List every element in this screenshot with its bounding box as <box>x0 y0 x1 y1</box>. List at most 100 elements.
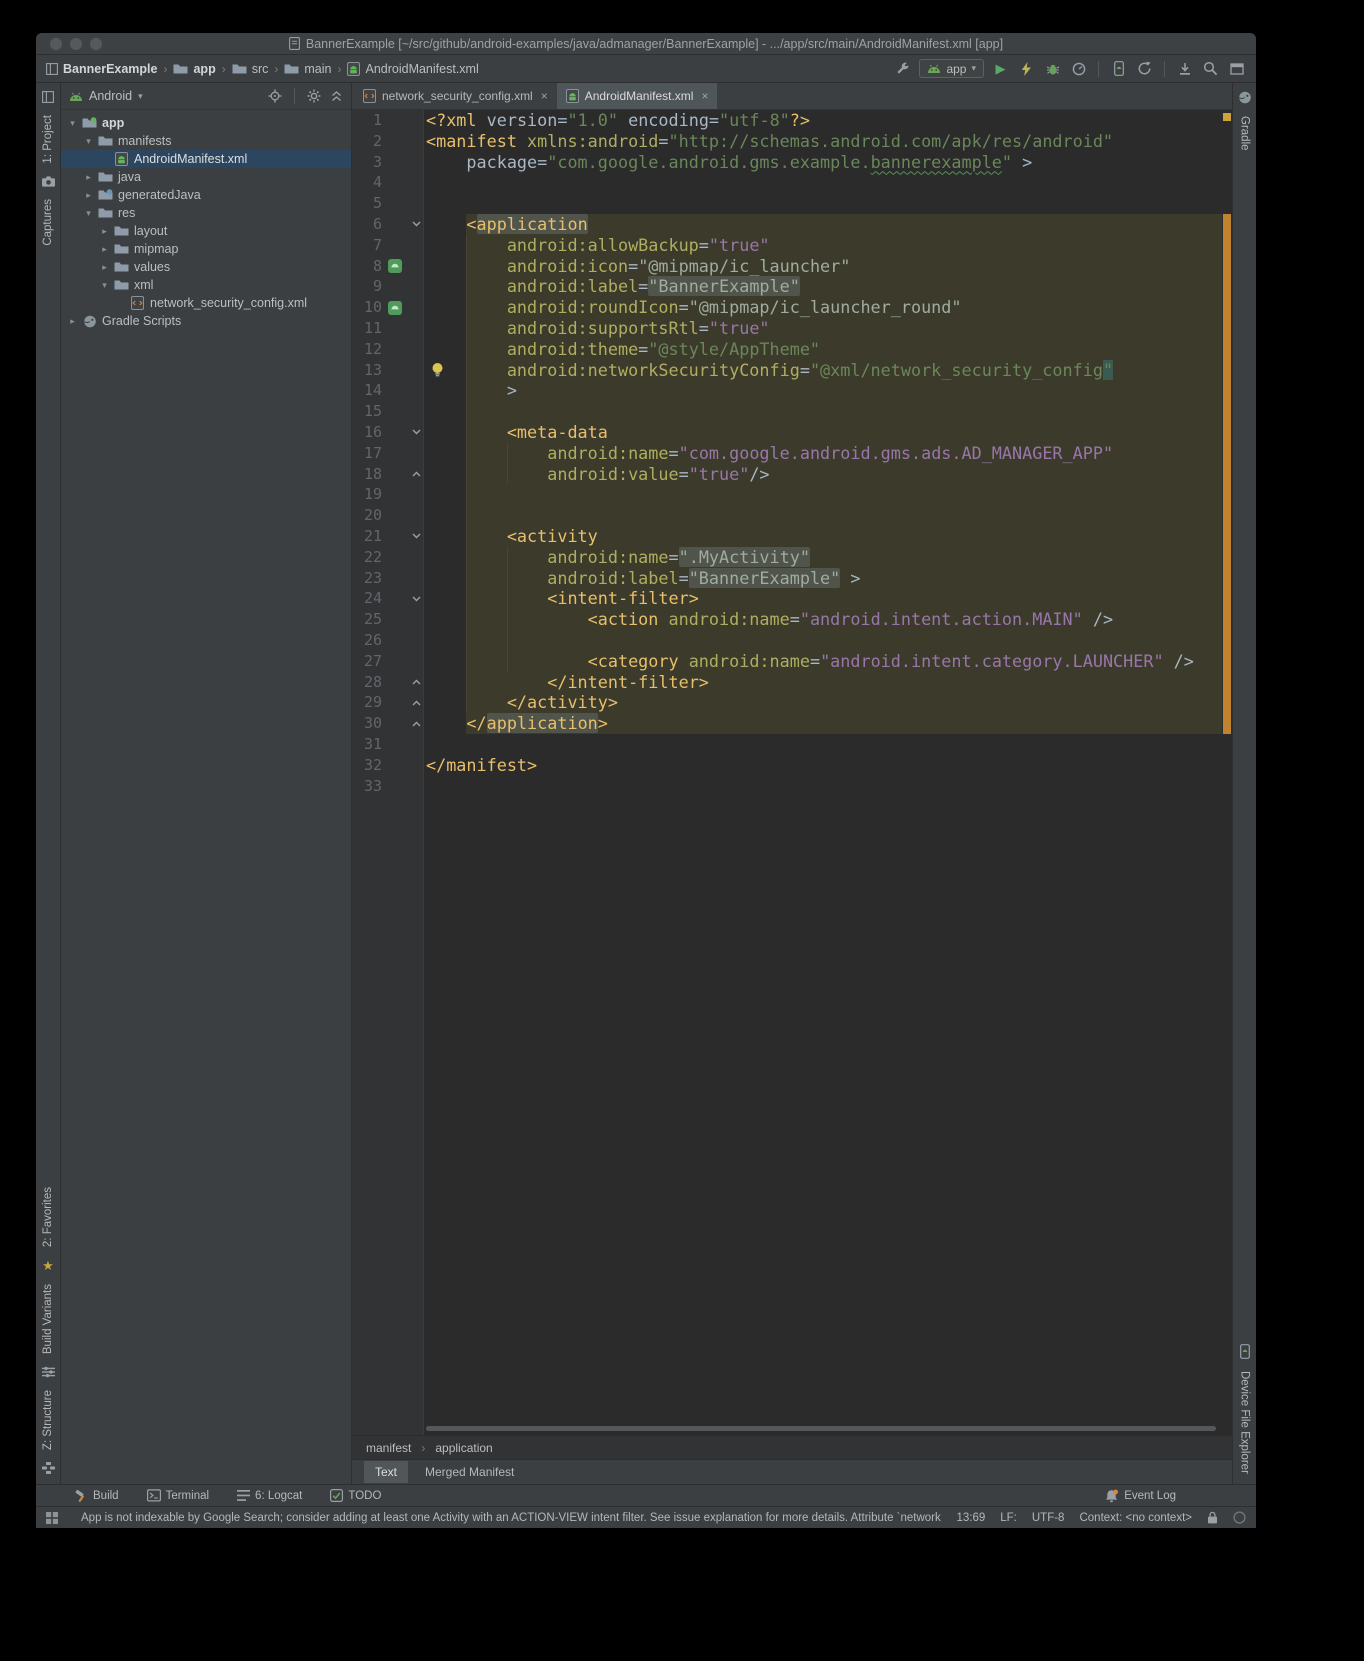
line-ending-indicator[interactable]: LF: <box>1000 1512 1017 1524</box>
minimize-window-button[interactable] <box>70 38 82 50</box>
close-icon[interactable]: × <box>539 89 548 103</box>
tree-item-app[interactable]: ▾app <box>61 114 351 132</box>
tree-collapsed-icon[interactable]: ▸ <box>81 172 96 183</box>
code-line-33[interactable]: 33 <box>352 776 1232 797</box>
code-line-20[interactable]: 20 <box>352 505 1232 526</box>
toolwindow-todo-button[interactable]: TODO <box>330 1489 381 1502</box>
scroll-from-source-icon[interactable] <box>268 89 282 103</box>
caret-position[interactable]: 13:69 <box>956 1512 985 1524</box>
fold-start-icon[interactable] <box>408 422 424 443</box>
tree-item-mipmap[interactable]: ▸mipmap <box>61 240 351 258</box>
star-icon[interactable]: ★ <box>42 1259 54 1272</box>
code-line-28[interactable]: 28 </intent-filter> <box>352 672 1232 693</box>
code-line-8[interactable]: 8 android:icon="@mipmap/ic_launcher" <box>352 256 1232 277</box>
run-config-select[interactable]: app ▾ <box>919 59 984 78</box>
status-message[interactable]: App is not indexable by Google Search; c… <box>81 1512 941 1524</box>
project-toolwindow-icon[interactable] <box>42 91 54 103</box>
launcher-icon-preview[interactable] <box>382 256 408 277</box>
code-line-5[interactable]: 5 <box>352 193 1232 214</box>
tree-expanded-icon[interactable]: ▾ <box>65 118 80 129</box>
code-line-31[interactable]: 31 <box>352 734 1232 755</box>
toolwindow-project[interactable]: 1: Project <box>42 115 54 164</box>
tree-item-network-security-config-xml[interactable]: network_security_config.xml <box>61 294 351 312</box>
gradle-icon[interactable] <box>1238 91 1252 104</box>
tree-collapsed-icon[interactable]: ▸ <box>81 190 96 201</box>
build-variants-icon[interactable] <box>42 1366 55 1378</box>
fold-start-icon[interactable] <box>408 526 424 547</box>
tab-network-security-config[interactable]: network_security_config.xml × <box>354 83 557 109</box>
code-line-12[interactable]: 12 android:theme="@style/AppTheme" <box>352 339 1232 360</box>
code-line-17[interactable]: 17 android:name="com.google.android.gms.… <box>352 443 1232 464</box>
fold-end-icon[interactable] <box>408 713 424 734</box>
apply-changes-icon[interactable] <box>1017 59 1036 78</box>
breadcrumb-item-main[interactable]: main <box>304 62 331 76</box>
fold-start-icon[interactable] <box>408 214 424 235</box>
encoding-indicator[interactable]: UTF-8 <box>1032 1512 1065 1524</box>
toolwindow-favorites[interactable]: 2: Favorites <box>42 1187 54 1247</box>
run-button[interactable]: ▶ <box>991 59 1010 78</box>
tab-android-manifest[interactable]: AndroidManifest.xml × <box>557 83 718 109</box>
tree-collapsed-icon[interactable]: ▸ <box>97 262 112 273</box>
toolwindow-logcat-button[interactable]: 6: Logcat <box>237 1490 302 1502</box>
code-line-4[interactable]: 4 <box>352 172 1232 193</box>
code-line-10[interactable]: 10 android:roundIcon="@mipmap/ic_launche… <box>352 297 1232 318</box>
code-line-18[interactable]: 18 android:value="true"/> <box>352 464 1232 485</box>
breadcrumb-item-src[interactable]: src <box>252 62 269 76</box>
tree-item-manifests[interactable]: ▾manifests <box>61 132 351 150</box>
toolwindow-terminal-button[interactable]: Terminal <box>147 1489 209 1502</box>
tree-item-gradle-scripts[interactable]: ▸Gradle Scripts <box>61 312 351 330</box>
code-line-14[interactable]: 14 > <box>352 380 1232 401</box>
fold-end-icon[interactable] <box>408 464 424 485</box>
horizontal-scrollbar[interactable] <box>426 1426 1216 1431</box>
code-line-6[interactable]: 6 <application <box>352 214 1232 235</box>
code-line-25[interactable]: 25 <action android:name="android.intent.… <box>352 609 1232 630</box>
tree-item-androidmanifest-xml[interactable]: AndroidManifest.xml <box>61 150 351 168</box>
toolwindow-structure[interactable]: Z: Structure <box>42 1390 54 1450</box>
intention-bulb-icon[interactable] <box>430 362 445 378</box>
code-line-2[interactable]: 2<manifest xmlns:android="http://schemas… <box>352 131 1232 152</box>
tree-collapsed-icon[interactable]: ▸ <box>65 316 80 327</box>
tree-item-generatedjava[interactable]: ▸generatedJava <box>61 186 351 204</box>
event-log-button[interactable]: Event Log <box>1105 1489 1176 1503</box>
code-line-15[interactable]: 15 <box>352 401 1232 422</box>
context-indicator[interactable]: Context: <no context> <box>1079 1512 1192 1524</box>
sdk-manager-icon[interactable] <box>1175 59 1194 78</box>
fold-end-icon[interactable] <box>408 672 424 693</box>
tree-item-res[interactable]: ▾res <box>61 204 351 222</box>
debug-icon[interactable] <box>1043 59 1062 78</box>
close-window-button[interactable] <box>50 38 62 50</box>
close-icon[interactable]: × <box>699 89 708 103</box>
fold-end-icon[interactable] <box>408 692 424 713</box>
code-line-11[interactable]: 11 android:supportsRtl="true" <box>352 318 1232 339</box>
tree-expanded-icon[interactable]: ▾ <box>81 208 96 219</box>
toolwindow-build-button[interactable]: Build <box>74 1489 119 1503</box>
avd-manager-icon[interactable] <box>1109 59 1128 78</box>
breadcrumb-item-project[interactable]: BannerExample <box>63 62 157 76</box>
toolwindow-gradle[interactable]: Gradle <box>1239 116 1251 151</box>
tree-collapsed-icon[interactable]: ▸ <box>97 244 112 255</box>
code-line-7[interactable]: 7 android:allowBackup="true" <box>352 235 1232 256</box>
toolwindow-device-file-explorer[interactable]: Device File Explorer <box>1239 1371 1251 1474</box>
code-line-32[interactable]: 32</manifest> <box>352 755 1232 776</box>
tree-item-layout[interactable]: ▸layout <box>61 222 351 240</box>
breadcrumb-item-app[interactable]: app <box>193 62 215 76</box>
zoom-window-button[interactable] <box>90 38 102 50</box>
toolwindow-build-variants[interactable]: Build Variants <box>42 1284 54 1354</box>
device-file-explorer-icon[interactable] <box>1240 1344 1250 1359</box>
toolwindow-captures[interactable]: Captures <box>42 199 54 246</box>
breadcrumb-manifest[interactable]: manifest <box>366 1441 411 1455</box>
settings-icon[interactable] <box>307 89 321 103</box>
code-line-21[interactable]: 21 <activity <box>352 526 1232 547</box>
code-line-1[interactable]: 1<?xml version="1.0" encoding="utf-8"?> <box>352 110 1232 131</box>
gradle-sync-icon[interactable] <box>1135 59 1154 78</box>
search-icon[interactable] <box>1201 59 1220 78</box>
code-line-3[interactable]: 3 package="com.google.android.gms.exampl… <box>352 152 1232 173</box>
code-line-30[interactable]: 30 </application> <box>352 713 1232 734</box>
tree-item-values[interactable]: ▸values <box>61 258 351 276</box>
code-line-26[interactable]: 26 <box>352 630 1232 651</box>
lock-icon[interactable] <box>1207 1511 1218 1524</box>
toolwindow-switcher-icon[interactable] <box>46 1512 58 1524</box>
collapse-all-icon[interactable] <box>330 90 343 103</box>
editor-content[interactable]: 1<?xml version="1.0" encoding="utf-8"?>2… <box>352 110 1232 1435</box>
toolwindow-layout-icon[interactable] <box>1227 59 1246 78</box>
